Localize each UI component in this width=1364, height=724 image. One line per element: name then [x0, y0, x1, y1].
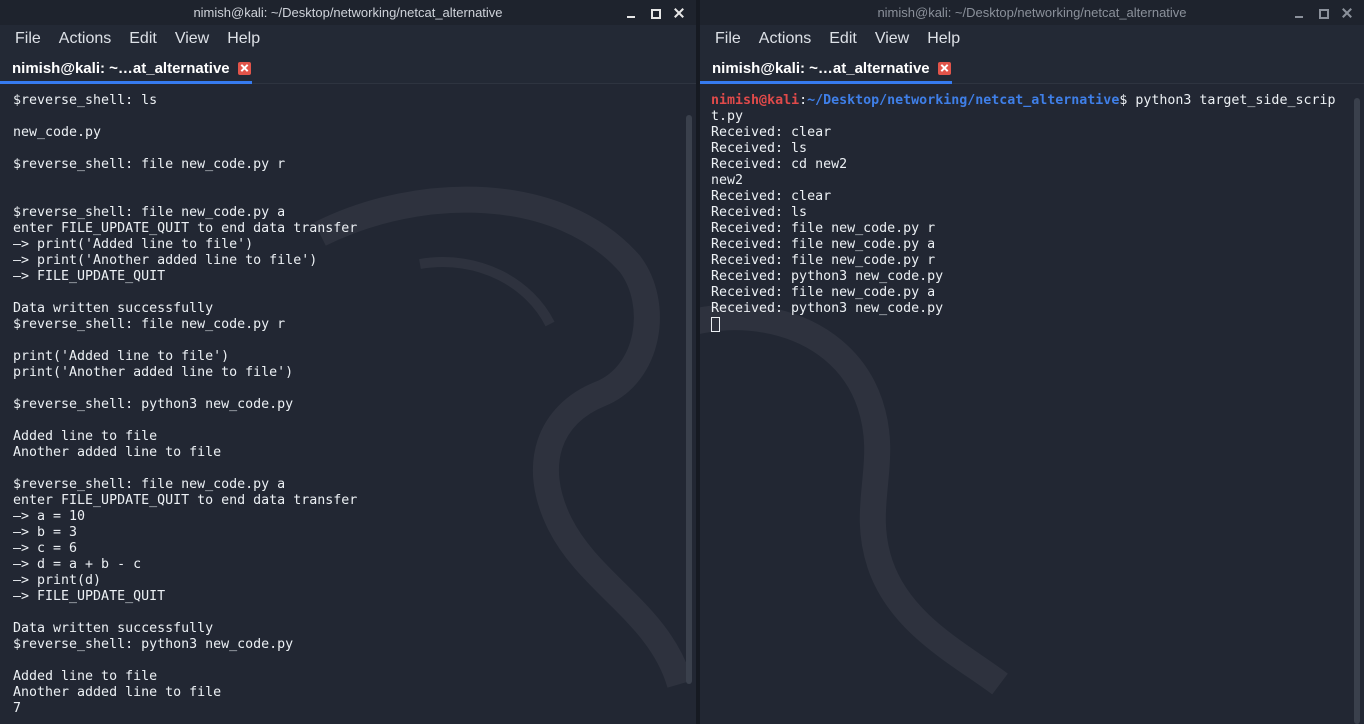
prompt: nimish@kali:~/Desktop/networking/netcat_… — [711, 93, 1336, 108]
left-terminal-window: nimish@kali: ~/Desktop/networking/netcat… — [0, 0, 696, 724]
right-menubar: File Actions Edit View Help — [700, 25, 1364, 53]
maximize-icon[interactable] — [1316, 6, 1330, 20]
right-terminal-output[interactable]: nimish@kali:~/Desktop/networking/netcat_… — [700, 84, 1364, 724]
tab-label: nimish@kali: ~…at_alternative — [12, 59, 230, 77]
maximize-icon[interactable] — [648, 6, 662, 20]
menu-actions[interactable]: Actions — [750, 30, 820, 48]
tab-label: nimish@kali: ~…at_alternative — [712, 59, 930, 77]
right-window-title: nimish@kali: ~/Desktop/networking/netcat… — [877, 5, 1187, 20]
tab-close-icon[interactable] — [937, 61, 951, 75]
left-terminal-output[interactable]: $reverse_shell: ls new_code.py $reverse_… — [0, 84, 696, 724]
menu-file[interactable]: File — [6, 30, 50, 48]
menu-file[interactable]: File — [706, 30, 750, 48]
close-icon[interactable] — [672, 6, 686, 20]
menu-edit[interactable]: Edit — [820, 30, 866, 48]
menu-edit[interactable]: Edit — [120, 30, 166, 48]
left-terminal-tab[interactable]: nimish@kali: ~…at_alternative — [0, 53, 263, 83]
right-titlebar[interactable]: nimish@kali: ~/Desktop/networking/netcat… — [700, 0, 1364, 25]
minimize-icon[interactable] — [1292, 6, 1306, 20]
menu-help[interactable]: Help — [918, 30, 969, 48]
right-window-controls — [1292, 0, 1354, 25]
right-terminal-window: nimish@kali: ~/Desktop/networking/netcat… — [700, 0, 1364, 724]
menu-view[interactable]: View — [166, 30, 218, 48]
right-scrollbar[interactable] — [1354, 98, 1360, 724]
minimize-icon[interactable] — [624, 6, 638, 20]
right-terminal-text: nimish@kali:~/Desktop/networking/netcat_… — [700, 84, 1364, 335]
left-menubar: File Actions Edit View Help — [0, 25, 696, 53]
menu-view[interactable]: View — [866, 30, 918, 48]
menu-help[interactable]: Help — [218, 30, 269, 48]
left-terminal-text: $reverse_shell: ls new_code.py $reverse_… — [13, 93, 358, 716]
right-terminal-tab[interactable]: nimish@kali: ~…at_alternative — [700, 53, 963, 83]
tab-close-icon[interactable] — [237, 61, 251, 75]
menu-actions[interactable]: Actions — [50, 30, 120, 48]
close-icon[interactable] — [1340, 6, 1354, 20]
left-window-title: nimish@kali: ~/Desktop/networking/netcat… — [193, 5, 503, 20]
left-scrollbar[interactable] — [686, 115, 692, 684]
left-tabbar: nimish@kali: ~…at_alternative — [0, 53, 696, 84]
left-window-controls — [624, 0, 686, 25]
terminal-cursor — [711, 317, 720, 332]
left-titlebar[interactable]: nimish@kali: ~/Desktop/networking/netcat… — [0, 0, 696, 25]
right-tabbar: nimish@kali: ~…at_alternative — [700, 53, 1364, 84]
